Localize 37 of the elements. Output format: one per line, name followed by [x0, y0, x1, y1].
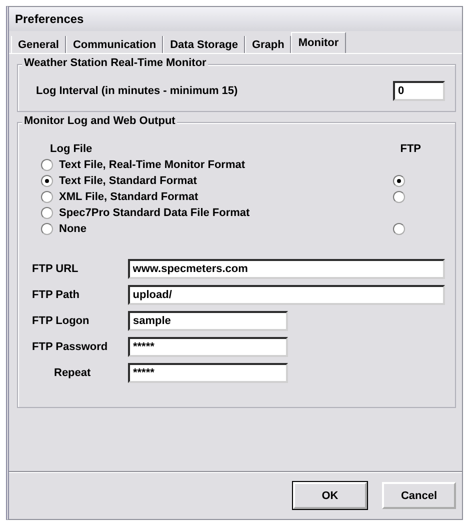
- radio-button[interactable]: [393, 191, 405, 203]
- field-label: FTP Path: [32, 289, 80, 301]
- tab[interactable]: Monitor: [291, 32, 346, 53]
- tab[interactable]: General: [11, 36, 66, 53]
- input-field[interactable]: upload/: [128, 285, 445, 305]
- tab[interactable]: Data Storage: [163, 36, 245, 53]
- radio-button[interactable]: [41, 159, 53, 171]
- group-title: Monitor Log and Web Output: [22, 115, 178, 127]
- radio-button[interactable]: [41, 223, 53, 235]
- group-title: Weather Station Real-Time Monitor: [22, 57, 208, 69]
- cancel-button[interactable]: Cancel: [382, 482, 456, 509]
- radio-button[interactable]: [41, 207, 53, 219]
- input-field[interactable]: www.specmeters.com: [128, 259, 445, 279]
- input-field[interactable]: *****: [128, 337, 288, 357]
- field-label: FTP URL: [32, 263, 80, 275]
- option-label: Spec7Pro Standard Data File Format: [59, 207, 250, 219]
- field-label: Log Interval (in minutes - minimum 15): [36, 85, 238, 97]
- field-label: FTP Logon: [32, 315, 90, 327]
- option-label: Text File, Standard Format: [59, 175, 197, 187]
- radio-button[interactable]: [41, 191, 53, 203]
- column-heading: FTP: [400, 143, 421, 155]
- ok-button[interactable]: OK: [293, 482, 367, 509]
- option-label: Text File, Real-Time Monitor Format: [59, 159, 246, 171]
- radio-button[interactable]: [393, 175, 405, 187]
- option-label: XML File, Standard Format: [59, 191, 198, 203]
- input-field[interactable]: *****: [128, 363, 288, 383]
- radio-button[interactable]: [393, 223, 405, 235]
- input-field[interactable]: sample: [128, 311, 288, 331]
- radio-button[interactable]: [41, 175, 53, 187]
- field-label: FTP Password: [32, 341, 109, 353]
- window-title: Preferences: [9, 7, 462, 31]
- tab[interactable]: Graph: [244, 36, 292, 53]
- field-label: Repeat: [53, 367, 92, 379]
- option-label: None: [59, 223, 86, 235]
- column-heading: Log File: [50, 143, 92, 155]
- tab[interactable]: Communication: [66, 36, 164, 53]
- input-field[interactable]: 0: [393, 81, 445, 101]
